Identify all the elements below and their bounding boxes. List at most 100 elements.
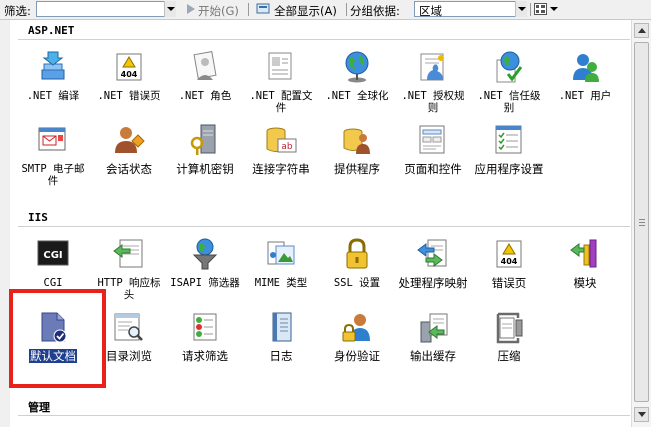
filter-input[interactable] [36, 1, 176, 17]
feature-connection-strings[interactable]: ab 连接字符串 [243, 123, 319, 175]
feature-label: .NET 角色 [178, 90, 232, 102]
feature-label: ISAPI 筛选器 [170, 277, 240, 289]
feature-net-roles[interactable]: .NET 角色 [167, 50, 243, 102]
filter-toolbar: 筛选: 开始(G) 全部显示(A) 分组依据: 区域 [0, 0, 651, 20]
scroll-grip [639, 222, 645, 223]
mime-types-icon [267, 241, 295, 265]
feature-modules[interactable]: 模块 [547, 237, 623, 289]
section-divider [18, 39, 630, 40]
feature-ssl-settings[interactable]: SSL 设置 [319, 237, 395, 289]
handler-mappings-icon [417, 239, 447, 267]
scroll-thumb[interactable] [634, 42, 649, 402]
feature-label: 连接字符串 [252, 162, 310, 176]
ab-text: ab [281, 142, 293, 152]
filter-label: 筛选: [4, 4, 31, 18]
connection-strings-icon: ab [266, 127, 297, 153]
compression-clamp-icon [496, 312, 523, 344]
feature-providers[interactable]: 提供程序 [319, 123, 395, 175]
feature-machine-key[interactable]: 计算机密钥 [167, 123, 243, 175]
scroll-grip [639, 219, 645, 220]
section-header-aspnet: ASP.NET [28, 24, 75, 37]
feature-net-trust-levels[interactable]: .NET 信任级别 [471, 50, 547, 114]
output-caching-icon [420, 313, 448, 343]
modules-icon [570, 239, 597, 268]
feature-label: 错误页 [491, 276, 527, 290]
directory-browsing-icon [114, 313, 143, 341]
machine-key-icon [190, 124, 216, 155]
feature-pages-and-controls[interactable]: 页面和控件 [395, 123, 471, 175]
vertical-scrollbar[interactable] [631, 20, 651, 427]
feature-label: .NET 用户 [558, 90, 612, 102]
feature-session-state[interactable]: 会话状态 [91, 123, 167, 175]
toolbar-separator [248, 3, 249, 16]
scroll-up-button[interactable] [634, 23, 649, 38]
cgi-text: CGI [43, 250, 62, 261]
feature-label: .NET 授权规则 [401, 90, 465, 114]
roles-icon [193, 51, 217, 80]
group-by-label: 分组依据: [350, 4, 400, 18]
feature-net-authorization-rules[interactable]: .NET 授权规则 [395, 50, 471, 114]
feature-authentication[interactable]: 身份验证 [319, 310, 395, 362]
lock-icon [346, 238, 368, 269]
feature-output-caching[interactable]: 输出缓存 [395, 310, 471, 362]
group-by-select[interactable]: 区域 [414, 1, 527, 18]
users-icon [573, 54, 599, 82]
feature-mime-types[interactable]: MIME 类型 [243, 237, 319, 289]
globe-icon [345, 51, 369, 83]
section-divider [18, 415, 630, 416]
feature-request-filtering[interactable]: 请求筛选 [167, 310, 243, 362]
feature-label: 页面和控件 [404, 162, 462, 176]
feature-smtp-email[interactable]: SMTP 电子邮件 [15, 123, 91, 187]
feature-error-pages[interactable]: 404 错误页 [471, 237, 547, 289]
feature-label: 模块 [573, 276, 597, 290]
view-icon[interactable] [534, 3, 547, 15]
red-highlight-box [9, 289, 106, 388]
feature-cgi[interactable]: CGI CGI [15, 237, 91, 289]
error-page-404-icon: 404 [116, 53, 142, 81]
show-all-button[interactable]: 全部显示(A) [274, 3, 337, 19]
feature-net-error-pages[interactable]: 404 .NET 错误页 [91, 50, 167, 102]
feature-label: 请求筛选 [182, 349, 228, 363]
show-all-icon [256, 3, 270, 14]
session-state-icon [115, 127, 145, 153]
feature-label: 输出缓存 [410, 349, 456, 363]
logging-icon [272, 312, 292, 342]
feature-net-profile[interactable]: .NET 配置文件 [243, 50, 319, 114]
group-by-dropdown-button[interactable] [515, 1, 527, 17]
feature-label: 提供程序 [334, 162, 380, 176]
feature-handler-mappings[interactable]: 处理程序映射 [395, 237, 471, 289]
filter-dropdown-button[interactable] [164, 1, 176, 17]
feature-application-settings[interactable]: 应用程序设置 [471, 123, 547, 175]
error-page-404-icon: 404 [496, 240, 522, 268]
authentication-icon [342, 314, 370, 342]
feature-net-compile[interactable]: .NET 编译 [15, 50, 91, 102]
feature-label: 应用程序设置 [474, 162, 544, 176]
view-dropdown-button[interactable] [548, 1, 560, 17]
feature-label: 压缩 [497, 349, 521, 363]
scroll-down-button[interactable] [634, 407, 649, 422]
section-header-manage: 管理 [28, 401, 50, 414]
feature-label: 处理程序映射 [398, 276, 468, 290]
trust-level-icon [496, 51, 523, 83]
feature-logging[interactable]: 日志 [243, 310, 319, 362]
feature-net-globalization[interactable]: .NET 全球化 [319, 50, 395, 102]
feature-label: SMTP 电子邮件 [21, 163, 85, 187]
toolbar-separator [530, 3, 531, 16]
404-text: 404 [121, 70, 138, 79]
feature-isapi-filters[interactable]: ISAPI 筛选器 [167, 237, 243, 289]
feature-label: .NET 全球化 [325, 90, 389, 102]
start-button[interactable]: 开始(G) [198, 3, 239, 19]
feature-net-users[interactable]: .NET 用户 [547, 50, 623, 102]
toolbar-separator [346, 3, 347, 16]
authorization-rules-icon [420, 53, 444, 81]
smtp-email-icon [38, 127, 66, 151]
compile-icon [41, 51, 65, 80]
feature-label: .NET 信任级别 [477, 90, 541, 114]
group-by-value: 区域 [419, 4, 442, 18]
section-header-iis: IIS [28, 211, 48, 224]
feature-label: CGI [43, 277, 63, 289]
feature-compression[interactable]: 压缩 [471, 310, 547, 362]
feature-label: SSL 设置 [333, 277, 381, 289]
feature-label: .NET 配置文件 [249, 90, 313, 114]
profile-icon [268, 52, 292, 80]
